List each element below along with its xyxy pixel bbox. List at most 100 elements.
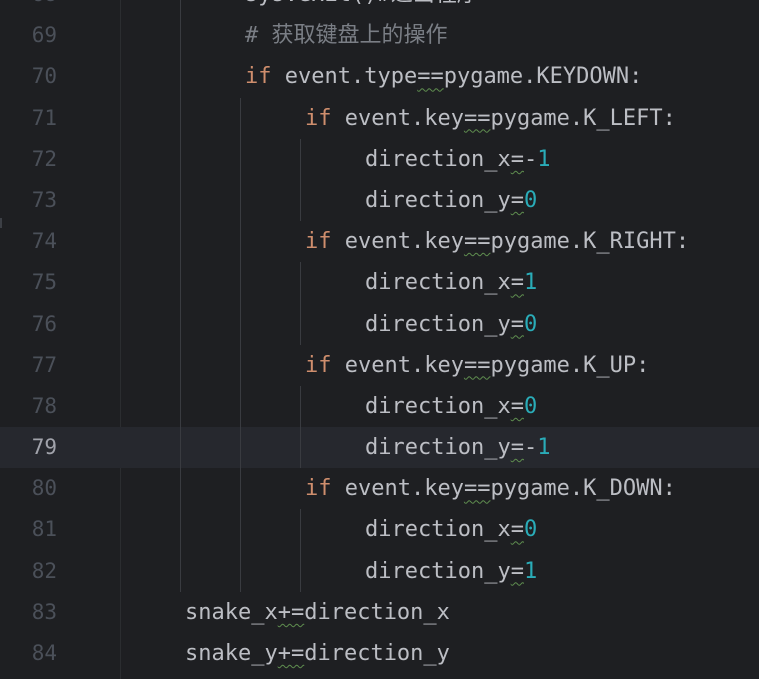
- line-number: 75: [31, 270, 57, 295]
- code-text[interactable]: direction_x=0: [365, 509, 537, 550]
- code-text[interactable]: snake_y+=direction_y: [185, 633, 450, 674]
- code-token: direction_y: [365, 311, 511, 337]
- code-line[interactable]: 83 snake_x+=direction_x: [0, 592, 759, 633]
- code-token: =: [510, 146, 524, 172]
- code-token: =: [510, 187, 524, 213]
- indent-guide: [300, 427, 301, 469]
- code-token: snake_y: [185, 641, 278, 666]
- code-line[interactable]: 77 if event.key==pygame.K_UP:: [0, 344, 759, 386]
- code-token: snake_x: [185, 599, 278, 625]
- code-token: ==: [463, 476, 491, 502]
- indent-guide: [240, 97, 241, 139]
- code-line[interactable]: 70 if event.type==pygame.KEYDOWN:: [0, 56, 759, 98]
- code-token: ==: [463, 229, 491, 255]
- code-text[interactable]: sys.exit()#退出程序: [245, 0, 479, 15]
- code-line[interactable]: 68 sys.exit()#退出程序: [0, 0, 759, 16]
- code-token: pygame.K_DOWN:: [490, 476, 676, 502]
- number-token: 0: [523, 517, 538, 543]
- code-text[interactable]: if event.type==pygame.KEYDOWN:: [245, 56, 642, 97]
- indent-guide: [180, 179, 181, 222]
- code-text[interactable]: snake_x+=direction_x: [185, 592, 450, 633]
- code-lines[interactable]: 68 sys.exit()#退出程序 69 # 获取键盘上的操作 70 if event.…: [0, 0, 759, 674]
- line-number: 80: [31, 476, 57, 501]
- code-editor[interactable]: 68 sys.exit()#退出程序 69 # 获取键盘上的操作 70 if event.…: [0, 0, 759, 679]
- keyword-token: if: [305, 352, 332, 378]
- code-line[interactable]: 69 # 获取键盘上的操作: [0, 15, 759, 57]
- number-token: 1: [523, 270, 538, 296]
- number-token: 0: [523, 187, 538, 213]
- indent-guide: [300, 385, 301, 428]
- indent-guide: [180, 97, 181, 139]
- number-token: 0: [523, 393, 538, 419]
- keyword-token: if: [305, 476, 332, 502]
- indent-guide: [300, 179, 301, 222]
- indent-guide: [180, 0, 181, 16]
- code-token: event.type: [271, 64, 418, 90]
- code-token: event.key: [331, 352, 464, 378]
- code-text[interactable]: direction_x=0: [365, 386, 537, 427]
- code-line[interactable]: 76 direction_y=0: [0, 303, 759, 345]
- indent-guide: [180, 509, 181, 551]
- code-line[interactable]: 71 if event.key==pygame.K_LEFT:: [0, 97, 759, 139]
- code-token: sys.exit()#退出程序: [245, 0, 479, 7]
- code-text[interactable]: direction_y=1: [365, 551, 537, 592]
- indent-guide: [240, 550, 241, 592]
- code-text[interactable]: if event.key==pygame.K_LEFT:: [305, 98, 676, 139]
- code-token: direction_x: [304, 599, 450, 625]
- code-line[interactable]: 81 direction_x=0: [0, 509, 759, 551]
- code-token: direction_x: [365, 146, 511, 172]
- code-text[interactable]: if event.key==pygame.K_RIGHT:: [305, 221, 689, 262]
- code-line[interactable]: 84 snake_y+=direction_y: [0, 633, 759, 674]
- code-text[interactable]: direction_y=0: [365, 180, 537, 221]
- code-token: pygame.K_UP:: [490, 352, 650, 378]
- indent-guide: [300, 262, 301, 304]
- line-number: 76: [31, 311, 57, 336]
- code-line[interactable]: 79 direction_y=-1: [0, 427, 759, 469]
- code-line[interactable]: 75 direction_x=1: [0, 262, 759, 304]
- indent-guide: [240, 509, 241, 551]
- code-text[interactable]: direction_y=-1: [365, 427, 550, 468]
- code-line[interactable]: 74 if event.key==pygame.K_RIGHT:: [0, 221, 759, 263]
- keyword-token: if: [245, 64, 272, 90]
- code-token: pygame.K_LEFT:: [490, 105, 676, 131]
- code-line[interactable]: 82 direction_y=1: [0, 550, 759, 592]
- code-line[interactable]: 78 direction_x=0: [0, 385, 759, 428]
- code-token: direction_y: [304, 641, 450, 666]
- indent-guide: [240, 221, 241, 263]
- line-number: 82: [31, 558, 57, 583]
- code-token: ==: [463, 352, 491, 378]
- code-line[interactable]: 80 if event.key==pygame.K_DOWN:: [0, 468, 759, 510]
- code-text[interactable]: if event.key==pygame.K_UP:: [305, 345, 649, 386]
- code-line[interactable]: 73 direction_y=0: [0, 179, 759, 222]
- indent-guide: [240, 138, 241, 180]
- code-line[interactable]: 72 direction_x=-1: [0, 138, 759, 180]
- code-token: ==: [417, 64, 444, 90]
- code-token: -: [523, 146, 538, 172]
- indent-guide: [240, 385, 241, 428]
- line-number: 84: [31, 641, 57, 665]
- code-text[interactable]: direction_x=1: [365, 262, 537, 303]
- code-token: -: [523, 435, 538, 461]
- code-token: event.key: [331, 476, 464, 502]
- indent-guide: [180, 15, 181, 57]
- code-text[interactable]: direction_y=0: [365, 304, 537, 345]
- indent-guide: [180, 385, 181, 428]
- indent-guide: [180, 138, 181, 180]
- keyword-token: if: [305, 229, 332, 255]
- indent-guide: [240, 262, 241, 304]
- line-number: 71: [31, 105, 57, 130]
- code-token: =: [510, 517, 524, 543]
- code-text[interactable]: # 获取键盘上的操作: [245, 15, 448, 56]
- line-number: 74: [31, 229, 57, 254]
- code-token: =: [510, 558, 524, 584]
- code-token: direction_x: [365, 393, 511, 419]
- line-number: 69: [31, 23, 57, 48]
- comment-token: # 获取键盘上的操作: [245, 23, 448, 49]
- indent-guide: [300, 550, 301, 592]
- indent-guide: [300, 509, 301, 551]
- code-text[interactable]: direction_x=-1: [365, 139, 550, 180]
- code-text[interactable]: if event.key==pygame.K_DOWN:: [305, 468, 676, 509]
- code-token: direction_y: [365, 435, 511, 461]
- indent-guide: [180, 468, 181, 510]
- number-token: 1: [537, 146, 551, 172]
